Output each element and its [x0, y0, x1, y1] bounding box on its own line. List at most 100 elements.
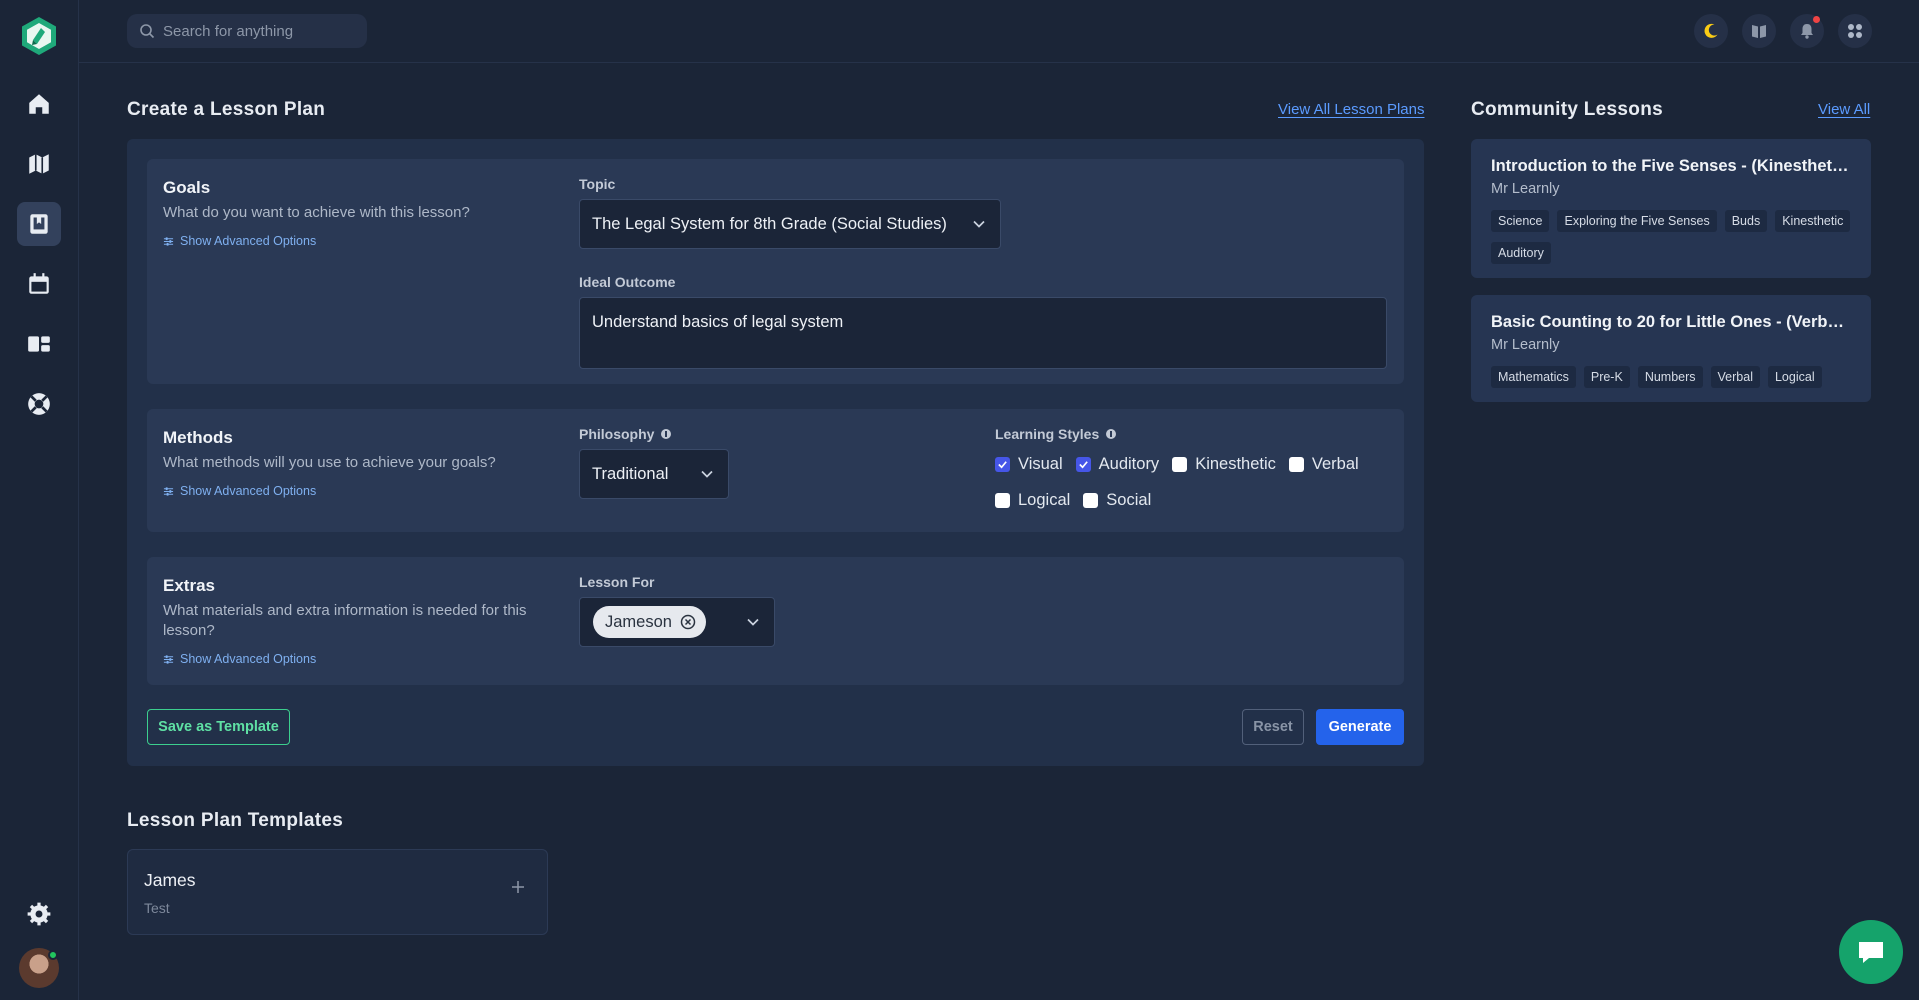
dashboard-icon: [28, 336, 50, 352]
style-checkbox-auditory[interactable]: Auditory: [1075, 455, 1160, 474]
goals-description: What do you want to achieve with this le…: [163, 204, 470, 221]
community-lesson-card[interactable]: Basic Counting to 20 for Little Ones - (…: [1471, 295, 1871, 402]
goals-card: Goals What do you want to achieve with t…: [147, 159, 1404, 384]
style-checkbox-social[interactable]: Social: [1083, 491, 1151, 510]
tag: Numbers: [1637, 366, 1703, 388]
apps-icon: [1848, 24, 1862, 38]
style-checkbox-verbal[interactable]: Verbal: [1288, 455, 1359, 474]
outcome-label-text: Ideal Outcome: [579, 274, 676, 290]
style-checkbox-visual[interactable]: Visual: [995, 455, 1063, 474]
map-icon: [29, 154, 49, 174]
chevron-down-icon: [973, 220, 985, 228]
topbar: [79, 0, 1919, 63]
reset-button[interactable]: Reset: [1242, 709, 1304, 745]
template-subtitle: Test: [144, 900, 170, 916]
goals-title: Goals: [163, 178, 211, 197]
checkbox-checked-icon: [995, 457, 1010, 472]
methods-advanced-options-link[interactable]: Show Advanced Options: [163, 484, 316, 498]
sliders-icon: [163, 236, 174, 246]
template-card[interactable]: James Test: [127, 849, 548, 935]
community-title: Community Lessons: [1471, 99, 1663, 120]
philosophy-label: Philosophy: [579, 426, 672, 442]
methods-title: Methods: [163, 428, 233, 447]
topic-label-text: Topic: [579, 176, 616, 192]
tag: Pre-K: [1583, 366, 1630, 388]
online-status-dot: [48, 950, 58, 960]
community-lesson-author: Mr Learnly: [1491, 181, 1560, 197]
generate-button[interactable]: Generate: [1316, 709, 1404, 745]
tag: Science: [1491, 210, 1550, 232]
learning-styles-label-text: Learning Styles: [995, 426, 1100, 442]
goals-advanced-options-label: Show Advanced Options: [180, 234, 317, 248]
style-label: Kinesthetic: [1195, 455, 1276, 473]
home-icon: [29, 94, 49, 114]
remove-chip-icon[interactable]: [680, 614, 696, 630]
topic-select[interactable]: The Legal System for 8th Grade (Social S…: [579, 199, 1001, 249]
tag: Mathematics: [1491, 366, 1576, 388]
philosophy-value: Traditional: [592, 464, 669, 483]
notifications-button[interactable]: [1790, 14, 1824, 48]
sidebar-item-calendar[interactable]: [17, 262, 61, 306]
student-chip-label: Jameson: [605, 612, 672, 631]
view-all-lesson-plans-link[interactable]: View All Lesson Plans: [1278, 101, 1424, 118]
goals-advanced-options-link[interactable]: Show Advanced Options: [163, 234, 316, 248]
style-label: Visual: [1018, 455, 1063, 473]
checkbox-unchecked-icon: [995, 493, 1010, 508]
search-box[interactable]: [127, 14, 367, 48]
info-icon[interactable]: [661, 429, 672, 439]
style-checkbox-kinesthetic[interactable]: Kinesthetic: [1172, 455, 1276, 474]
plus-icon[interactable]: [511, 880, 525, 894]
tag: Logical: [1767, 366, 1822, 388]
checkbox-unchecked-icon: [1083, 493, 1099, 508]
sidebar-item-lessons[interactable]: [17, 202, 61, 246]
help-icon: [28, 393, 50, 415]
reading-mode-button[interactable]: [1742, 14, 1776, 48]
chat-bubble-icon: [1859, 942, 1883, 963]
community-view-all-link[interactable]: View All: [1818, 101, 1870, 118]
style-label: Auditory: [1098, 455, 1160, 473]
info-icon[interactable]: [1106, 429, 1117, 439]
extras-description: What materials and extra information is …: [163, 602, 527, 639]
chat-launcher-button[interactable]: [1839, 920, 1903, 984]
sidebar-item-dashboard[interactable]: [17, 322, 61, 366]
search-input[interactable]: [163, 22, 353, 40]
community-lesson-title: Basic Counting to 20 for Little Ones - (…: [1491, 313, 1853, 331]
lesson-for-select[interactable]: Jameson: [579, 597, 775, 647]
tag: Kinesthetic: [1775, 210, 1851, 232]
community-lesson-author: Mr Learnly: [1491, 337, 1560, 353]
sidebar-item-home[interactable]: [17, 82, 61, 126]
learning-styles-label: Learning Styles: [995, 426, 1117, 442]
calendar-icon: [29, 273, 49, 294]
style-label: Verbal: [1311, 455, 1359, 473]
sidebar-item-settings[interactable]: [17, 892, 61, 936]
extras-advanced-options-link[interactable]: Show Advanced Options: [163, 652, 316, 666]
chevron-down-icon: [747, 618, 759, 626]
learning-styles-row-2: Logical Social: [995, 491, 1164, 510]
student-chip: Jameson: [593, 606, 706, 638]
extras-advanced-options-label: Show Advanced Options: [180, 652, 317, 666]
outcome-label: Ideal Outcome: [579, 274, 675, 290]
app-logo-icon[interactable]: [19, 16, 59, 56]
philosophy-select[interactable]: Traditional: [579, 449, 729, 499]
community-lesson-title: Introduction to the Five Senses - (Kines…: [1491, 157, 1853, 175]
tag: Exploring the Five Senses: [1557, 210, 1717, 232]
ideal-outcome-textarea[interactable]: Understand basics of legal system: [579, 297, 1387, 369]
sidebar: [0, 0, 79, 1000]
apps-button[interactable]: [1838, 14, 1872, 48]
community-lesson-tags: Mathematics Pre-K Numbers Verbal Logical: [1491, 366, 1861, 398]
community-lesson-card[interactable]: Introduction to the Five Senses - (Kines…: [1471, 139, 1871, 278]
extras-title: Extras: [163, 576, 215, 595]
tag: Auditory: [1491, 242, 1551, 264]
lesson-form-panel: Goals What do you want to achieve with t…: [127, 139, 1424, 766]
philosophy-label-text: Philosophy: [579, 426, 655, 442]
style-checkbox-logical[interactable]: Logical: [995, 491, 1070, 510]
sidebar-item-map[interactable]: [17, 142, 61, 186]
chevron-down-icon: [701, 470, 713, 478]
template-name: James: [144, 870, 196, 890]
sidebar-item-help[interactable]: [17, 382, 61, 426]
checkbox-unchecked-icon: [1288, 457, 1304, 472]
save-as-template-button[interactable]: Save as Template: [147, 709, 290, 745]
dark-mode-toggle[interactable]: [1694, 14, 1728, 48]
checkbox-unchecked-icon: [1172, 457, 1188, 472]
topic-label: Topic: [579, 176, 615, 192]
